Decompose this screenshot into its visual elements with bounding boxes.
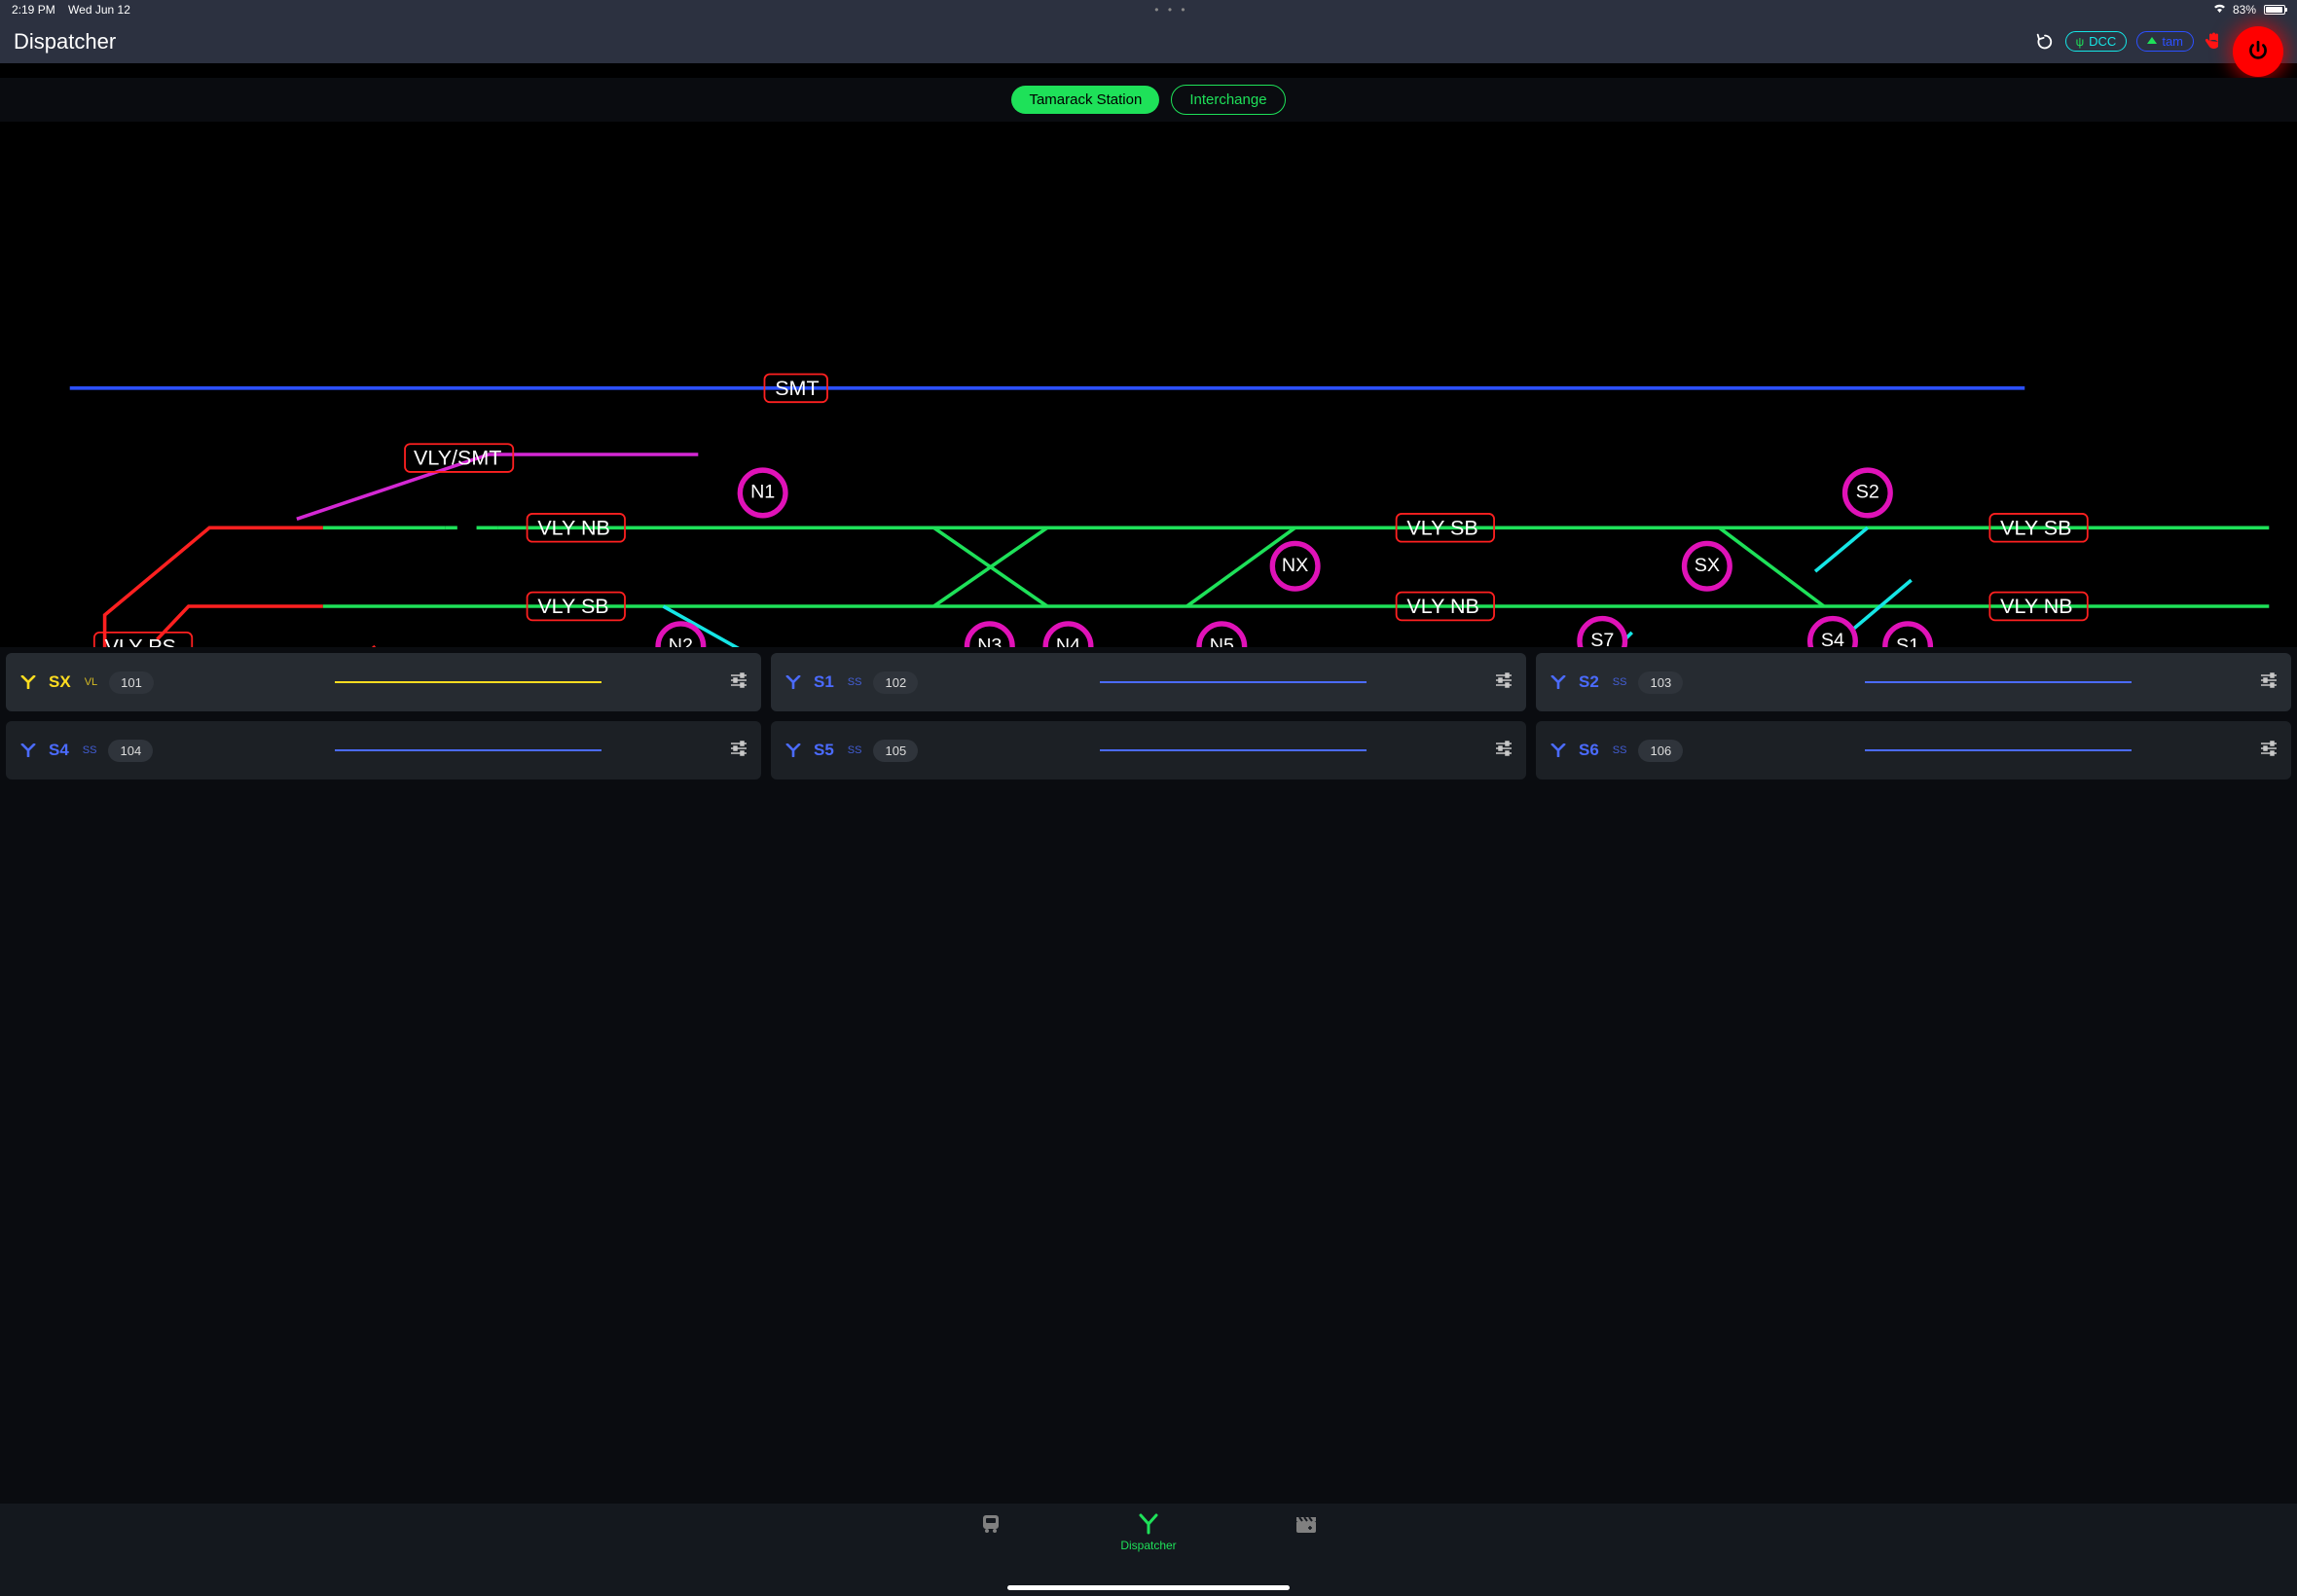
- switch-icon: [1550, 675, 1567, 689]
- tab-interchange[interactable]: Interchange: [1171, 85, 1285, 115]
- undo-button[interactable]: [2034, 31, 2056, 53]
- switch-card-sx[interactable]: SX VL 101: [6, 653, 761, 711]
- multitask-dots: • • •: [130, 3, 2212, 17]
- switch-icon: [784, 675, 802, 689]
- switch-card-name: S1: [814, 672, 834, 692]
- switch-card-s4[interactable]: S4 SS 104: [6, 721, 761, 780]
- train-icon: [978, 1513, 1003, 1535]
- switch-card-name: S4: [49, 741, 69, 760]
- status-time: 2:19 PM: [12, 3, 55, 17]
- switch-card-suffix: VL: [85, 676, 97, 688]
- dcc-label: DCC: [2089, 34, 2116, 49]
- switch-card-suffix: SS: [1613, 676, 1627, 688]
- switch-card-name: S6: [1579, 741, 1599, 760]
- switch-sx[interactable]: SX: [1695, 555, 1720, 576]
- dcc-status-pill[interactable]: ψ DCC: [2065, 31, 2128, 52]
- track-label-vlynb: VLY NB: [537, 516, 609, 539]
- switch-icon: [1550, 744, 1567, 757]
- settings-icon[interactable]: [1495, 672, 1513, 693]
- switch-card-suffix: SS: [848, 676, 862, 688]
- switch-s2[interactable]: S2: [1856, 482, 1879, 503]
- tab-throttle[interactable]: [978, 1513, 1003, 1539]
- tab-label: Dispatcher: [1120, 1539, 1176, 1552]
- battery-pct: 83%: [2233, 3, 2256, 17]
- settings-icon[interactable]: [730, 672, 747, 693]
- page-title: Dispatcher: [14, 29, 116, 54]
- tab-dispatcher[interactable]: Dispatcher: [1120, 1513, 1176, 1552]
- switch-n1[interactable]: N1: [750, 482, 775, 503]
- track-label-vlynb-mid: VLY NB: [1406, 595, 1479, 618]
- track-label-vlysb-mid: VLY SB: [1406, 516, 1477, 539]
- switch-card-state: [1704, 749, 2239, 751]
- switch-card-name: S2: [1579, 672, 1599, 692]
- status-bar: 2:19 PM Wed Jun 12 • • • 83%: [0, 0, 2297, 19]
- switch-card-suffix: SS: [83, 744, 97, 756]
- home-indicator[interactable]: [1007, 1585, 1290, 1590]
- wifi-icon: [2212, 3, 2227, 17]
- connection-status-pill[interactable]: tam: [2136, 31, 2194, 52]
- switch-card-state: [175, 681, 709, 683]
- tab-scenes[interactable]: [1294, 1513, 1319, 1539]
- switch-card-state: [1704, 681, 2239, 683]
- switch-card-s5[interactable]: S5 SS 105: [771, 721, 1526, 780]
- status-right: 83%: [2212, 3, 2285, 17]
- connection-label: tam: [2162, 34, 2183, 49]
- settings-icon[interactable]: [2260, 672, 2278, 693]
- switch-card-state: [939, 681, 1474, 683]
- switch-icon: [19, 744, 37, 757]
- view-tabs: Tamarack Station Interchange: [0, 78, 2297, 122]
- switch-card-addr: 105: [873, 740, 918, 762]
- track-label-vlysb-r: VLY SB: [2000, 516, 2071, 539]
- clapper-icon: [1294, 1513, 1319, 1535]
- switch-icon: [19, 675, 37, 689]
- switch-card-addr: 106: [1638, 740, 1683, 762]
- track-label-vlynb-r: VLY NB: [2000, 595, 2073, 618]
- app-header: Dispatcher ψ DCC tam: [0, 19, 2297, 63]
- track-label-vlysb: VLY SB: [537, 595, 608, 618]
- switch-card-suffix: SS: [1613, 744, 1627, 756]
- switch-card-s6[interactable]: S6 SS 106: [1536, 721, 2291, 780]
- settings-icon[interactable]: [730, 741, 747, 761]
- tab-tamarack-station[interactable]: Tamarack Station: [1011, 86, 1159, 114]
- connection-icon: [2147, 37, 2157, 47]
- bottom-tabbar: Dispatcher: [0, 1504, 2297, 1596]
- switch-card-addr: 104: [108, 740, 153, 762]
- switch-list: SX VL 101 S1 SS 102 S2 SS 103 S4 SS 104 S5 SS…: [0, 647, 2297, 1504]
- switch-card-addr: 101: [109, 671, 154, 694]
- battery-icon: [2264, 5, 2285, 15]
- switch-card-name: SX: [49, 672, 71, 692]
- settings-icon[interactable]: [1495, 741, 1513, 761]
- switch-icon: [1136, 1513, 1161, 1535]
- status-time-date: 2:19 PM Wed Jun 12: [12, 3, 130, 17]
- switch-card-addr: 103: [1638, 671, 1683, 694]
- stop-hand-button[interactable]: [2204, 31, 2223, 53]
- track-label-vlysmt: VLY/SMT: [414, 447, 501, 470]
- switch-card-s1[interactable]: S1 SS 102: [771, 653, 1526, 711]
- track-label-smt: SMT: [775, 377, 819, 400]
- switch-card-state: [939, 749, 1474, 751]
- status-date: Wed Jun 12: [68, 3, 130, 17]
- switch-icon: [784, 744, 802, 757]
- power-button[interactable]: [2233, 26, 2283, 77]
- switch-card-suffix: SS: [848, 744, 862, 756]
- switch-card-s2[interactable]: S2 SS 103: [1536, 653, 2291, 711]
- settings-icon[interactable]: [2260, 741, 2278, 761]
- switch-nx[interactable]: NX: [1282, 555, 1308, 576]
- switch-card-addr: 102: [873, 671, 918, 694]
- switch-card-state: [174, 749, 709, 751]
- switch-card-name: S5: [814, 741, 834, 760]
- cactus-icon: ψ: [2076, 35, 2085, 49]
